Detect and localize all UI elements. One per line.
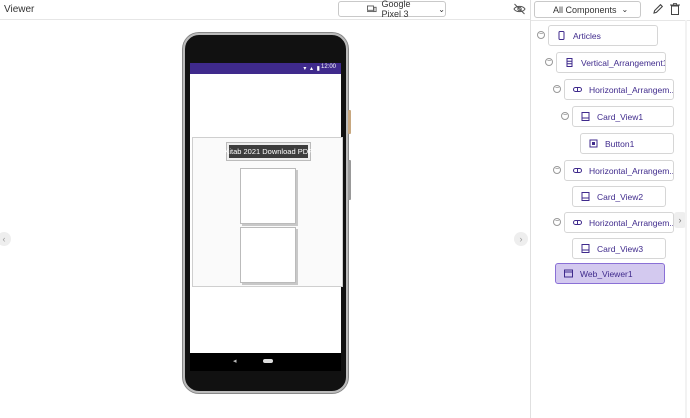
phone-screen: Kitab 2021 Download PDF <box>190 74 343 353</box>
components-panel: All Components ⌄ − Articles − Vertical_A… <box>531 0 690 418</box>
tree-node-label: Card_View1 <box>597 111 644 122</box>
phone-power-button <box>348 110 351 134</box>
card-view-icon <box>581 192 590 201</box>
tree-node-button1[interactable]: Button1 <box>580 133 674 154</box>
tree-node-label: Horizontal_Arrangem... <box>589 165 674 176</box>
component-filter-select[interactable]: All Components ⌄ <box>534 1 641 18</box>
eye-off-icon[interactable] <box>513 3 526 15</box>
tree-node-label: Horizontal_Arrangem... <box>589 217 674 228</box>
tree-node-label: Vertical_Arrangement1 <box>581 57 666 68</box>
home-pill-icon <box>263 359 273 363</box>
vertical-arrangement-preview[interactable]: Kitab 2021 Download PDF <box>192 137 343 287</box>
trash-icon[interactable] <box>670 3 680 15</box>
app-root: Viewer Google Pixel 3 ⌄ ‹ › ▾ ▴ ▮ 12:00 … <box>0 0 690 418</box>
horizontal-arrangement-icon <box>573 220 582 225</box>
collapse-toggle-icon[interactable]: − <box>553 166 561 174</box>
tree-node-articles[interactable]: Articles <box>548 25 658 46</box>
card-view-icon <box>581 244 590 253</box>
viewer-title: Viewer <box>4 4 35 15</box>
viewer-prev-button[interactable]: ‹ <box>0 232 11 246</box>
collapse-toggle-icon[interactable]: − <box>553 218 561 226</box>
phone-preview: ▾ ▴ ▮ 12:00 Kitab 2021 Download PDF ◂ <box>183 33 351 393</box>
device-select-label: Google Pixel 3 <box>381 0 411 19</box>
status-time: 12:00 <box>320 64 336 70</box>
phone-volume-button <box>348 160 351 200</box>
components-scrollbar[interactable] <box>685 20 687 418</box>
tree-top-border <box>531 20 690 21</box>
device-icon <box>367 5 377 13</box>
phone-nav-bar: ◂ <box>190 353 341 371</box>
tree-node-label: Web_Viewer1 <box>580 268 633 279</box>
pencil-icon[interactable] <box>652 3 664 15</box>
vertical-arrangement-icon <box>566 58 573 67</box>
collapse-toggle-icon[interactable]: − <box>537 31 545 39</box>
viewer-next-button[interactable]: › <box>514 232 528 246</box>
tree-node-card-view1[interactable]: Card_View1 <box>572 106 674 127</box>
component-filter-label: All Components <box>553 4 617 15</box>
tree-node-card-view3[interactable]: Card_View3 <box>572 238 666 259</box>
tree-node-label: Card_View2 <box>597 191 644 202</box>
tree-node-horizontal-arrangement1[interactable]: Horizontal_Arrangem... <box>564 79 674 100</box>
tree-node-web-viewer1[interactable]: Web_Viewer1 <box>555 263 665 284</box>
tree-node-horizontal-arrangement2[interactable]: Horizontal_Arrangem... <box>564 160 674 181</box>
kitab-download-button-label: Kitab 2021 Download PDF <box>224 145 313 158</box>
horizontal-arrangement-icon <box>573 87 582 92</box>
tree-node-label: Horizontal_Arrangem... <box>589 84 674 95</box>
tree-node-horizontal-arrangement3[interactable]: Horizontal_Arrangem... <box>564 212 674 233</box>
card-view-preview-3[interactable] <box>240 227 296 283</box>
chevron-down-icon: ⌄ <box>621 5 629 14</box>
tree-node-card-view2[interactable]: Card_View2 <box>572 186 666 207</box>
back-icon: ◂ <box>233 358 237 365</box>
tree-node-label: Articles <box>573 30 601 41</box>
chevron-right-icon: › <box>678 215 682 225</box>
chevron-left-icon: ‹ <box>2 234 6 244</box>
card-view-preview-2[interactable] <box>240 168 296 224</box>
tree-node-label: Button1 <box>605 138 635 149</box>
collapse-toggle-icon[interactable]: − <box>545 58 553 66</box>
tree-node-vertical-arrangement1[interactable]: Vertical_Arrangement1 <box>556 52 666 73</box>
collapse-toggle-icon[interactable]: − <box>553 85 561 93</box>
device-select[interactable]: Google Pixel 3 ⌄ <box>338 0 446 19</box>
card-view-icon <box>581 112 590 121</box>
phone-status-bar: ▾ ▴ ▮ 12:00 <box>190 63 341 74</box>
tree-node-label: Card_View3 <box>597 243 644 254</box>
viewer-header: Viewer Google Pixel 3 ⌄ <box>0 0 530 20</box>
chevron-down-icon: ⌄ <box>438 4 445 14</box>
viewer-pane: Viewer Google Pixel 3 ⌄ ‹ › ▾ ▴ ▮ 12:00 … <box>0 0 530 418</box>
button-icon <box>589 139 598 148</box>
status-icons: ▾ ▴ ▮ <box>303 66 321 72</box>
kitab-download-button[interactable]: Kitab 2021 Download PDF <box>224 142 313 161</box>
horizontal-arrangement-icon <box>573 168 582 173</box>
web-viewer-icon <box>564 269 573 278</box>
phone-icon <box>558 31 565 40</box>
collapse-toggle-icon[interactable]: − <box>561 112 569 120</box>
chevron-right-icon: › <box>519 234 523 244</box>
